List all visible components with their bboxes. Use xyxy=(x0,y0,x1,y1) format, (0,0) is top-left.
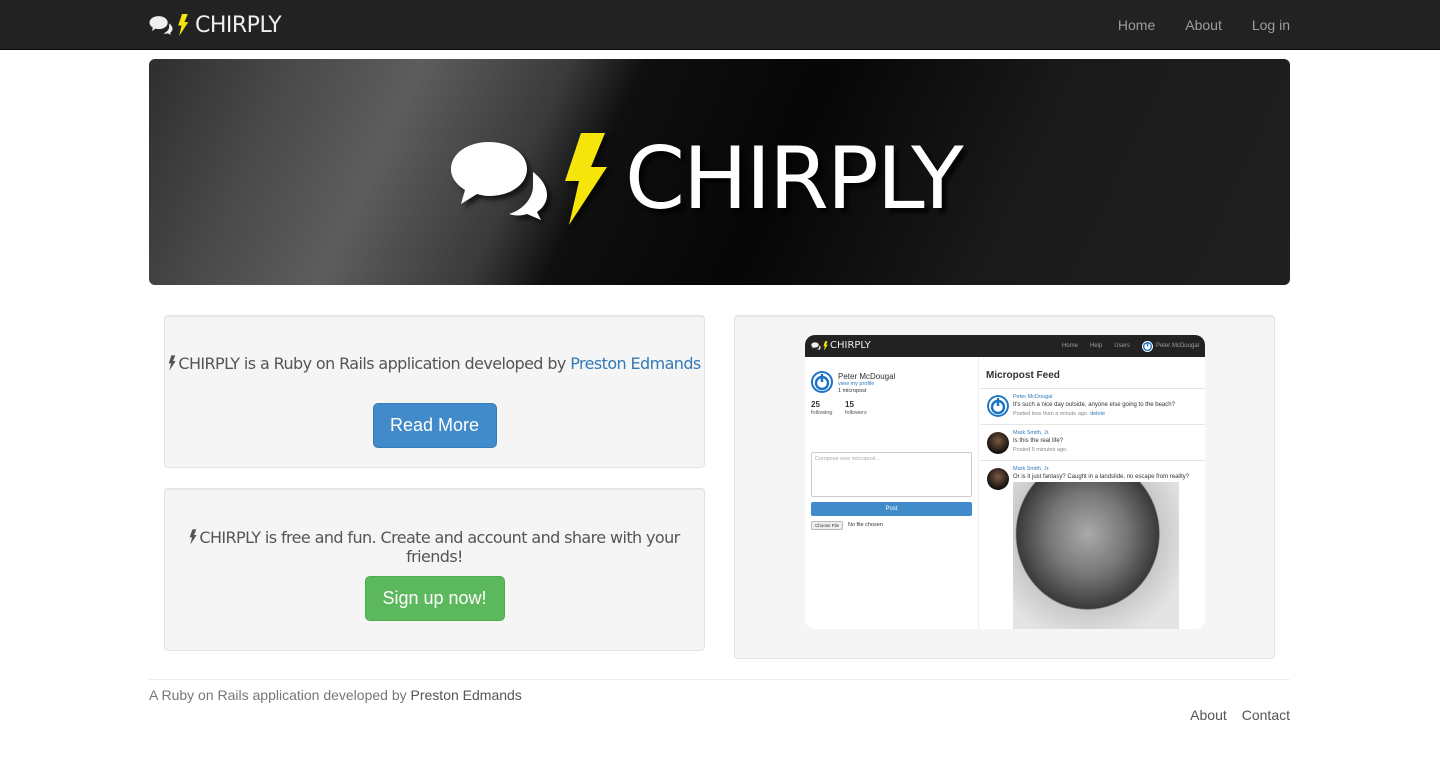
preview-nav-links: Home Help Users Peter McDougal xyxy=(1050,335,1199,357)
preview-feed-item: Mark Smith, Jr. Is this the real life? P… xyxy=(981,424,1205,460)
preview-nav-users: Users xyxy=(1114,343,1130,349)
preview-choose-file-button: Choose File xyxy=(811,521,844,530)
hero-title: CHIRPLY xyxy=(625,129,964,229)
footer-credit: A Ruby on Rails application developed by… xyxy=(149,687,522,703)
hero-banner: CHIRPLY xyxy=(149,59,1290,285)
power-avatar-icon xyxy=(811,371,833,393)
preview-compose-field: Compose new micropost... xyxy=(811,452,972,497)
preview-followers-count: 15 xyxy=(845,400,854,409)
preview-file-status: No file chosen xyxy=(848,522,883,528)
preview-nav-home: Home xyxy=(1061,343,1078,349)
lightning-bolt-icon xyxy=(178,14,189,36)
about-text: CHIRPLY is a Ruby on Rails application d… xyxy=(165,354,704,373)
preview-post-button: Post xyxy=(811,502,972,516)
nav-about-link[interactable]: About xyxy=(1185,17,1222,33)
preview-followers-label: followers xyxy=(845,410,867,416)
preview-profile-name: Peter McDougal xyxy=(838,372,896,381)
signup-text: CHIRPLY is free and fun. Create and acco… xyxy=(165,528,704,566)
preview-following-label: following xyxy=(811,410,833,416)
hero-logo: CHIRPLY xyxy=(449,129,964,229)
preview-delete-link: delete xyxy=(1090,411,1106,417)
signup-text-body: CHIRPLY is free and fun. Create and acco… xyxy=(199,528,680,566)
about-panel: CHIRPLY is a Ruby on Rails application d… xyxy=(164,315,705,468)
preview-feed-user: Mark Smith, Jr. xyxy=(1013,430,1050,436)
lightning-bolt-icon xyxy=(823,340,828,351)
preview-brand-text: CHIRPLY xyxy=(830,340,871,351)
footer-contact-link[interactable]: Contact xyxy=(1242,707,1290,723)
preview-nav-help: Help xyxy=(1089,343,1103,349)
preview-feed-message: It's such a nice day outside, anyone els… xyxy=(1013,402,1175,408)
brand-text: CHIRPLY xyxy=(195,12,282,38)
footer-credit-prefix: A Ruby on Rails application developed by xyxy=(149,687,411,703)
preview-brand: CHIRPLY xyxy=(811,340,871,351)
preview-view-profile-link: view my profile xyxy=(838,381,875,387)
footer-author-link[interactable]: Preston Edmands xyxy=(411,687,522,703)
footer-divider xyxy=(149,679,1290,680)
preview-sidebar: Peter McDougal view my profile 1 micropo… xyxy=(805,357,979,629)
lightning-bolt-icon xyxy=(565,133,607,225)
chat-bubbles-icon xyxy=(451,142,547,220)
power-avatar-icon xyxy=(987,395,1009,417)
top-navbar: CHIRPLY Home About Log in xyxy=(0,0,1440,50)
user-avatar-photo xyxy=(987,432,1009,454)
preview-feed-timestamp: Posted less than a minute ago. delete xyxy=(1013,411,1106,417)
preview-feed: Micropost Feed Peter McDougal It's such … xyxy=(981,357,1205,629)
footer-links: About Contact xyxy=(1175,707,1290,723)
lightning-bolt-icon xyxy=(190,529,198,545)
preview-feed-user: Mark Smith, Jr. xyxy=(1013,466,1050,472)
preview-feed-photo xyxy=(1013,482,1179,629)
preview-micropost-count: 1 micropost xyxy=(838,388,867,394)
read-more-button[interactable]: Read More xyxy=(372,403,497,448)
nav-login-link[interactable]: Log in xyxy=(1252,17,1290,33)
preview-following-count: 25 xyxy=(811,400,820,409)
preview-current-user: Peter McDougal xyxy=(1155,343,1199,349)
author-link[interactable]: Preston Edmands xyxy=(570,354,701,373)
app-screenshot-preview: CHIRPLY Home Help Users Peter McDougal P… xyxy=(805,335,1205,629)
chat-bubbles-icon xyxy=(811,341,821,350)
sign-up-button[interactable]: Sign up now! xyxy=(364,576,505,621)
about-text-prefix: CHIRPLY is a Ruby on Rails application d… xyxy=(178,354,571,373)
preview-feed-message: Or is it just fantasy? Caught in a lands… xyxy=(1013,474,1190,480)
preview-feed-title: Micropost Feed xyxy=(986,370,1060,381)
app-preview-panel: CHIRPLY Home Help Users Peter McDougal P… xyxy=(734,315,1275,659)
preview-feed-user: Peter McDougal xyxy=(1013,394,1053,400)
preview-feed-timestamp: Posted 5 minutes ago. xyxy=(1013,447,1068,453)
preview-navbar: CHIRPLY Home Help Users Peter McDougal xyxy=(805,335,1205,357)
preview-feed-item: Peter McDougal It's such a nice day outs… xyxy=(981,388,1205,424)
lightning-bolt-icon xyxy=(169,355,177,371)
chat-bubbles-icon xyxy=(149,16,173,35)
user-avatar-photo xyxy=(987,468,1009,490)
power-avatar-icon xyxy=(1141,340,1153,352)
signup-panel: CHIRPLY is free and fun. Create and acco… xyxy=(164,488,705,651)
brand-logo-link[interactable]: CHIRPLY xyxy=(149,10,282,40)
preview-feed-message: Is this the real life? xyxy=(1013,438,1064,444)
footer-about-link[interactable]: About xyxy=(1190,707,1227,723)
nav-home-link[interactable]: Home xyxy=(1118,17,1155,33)
nav-links: Home About Log in xyxy=(1088,0,1290,50)
